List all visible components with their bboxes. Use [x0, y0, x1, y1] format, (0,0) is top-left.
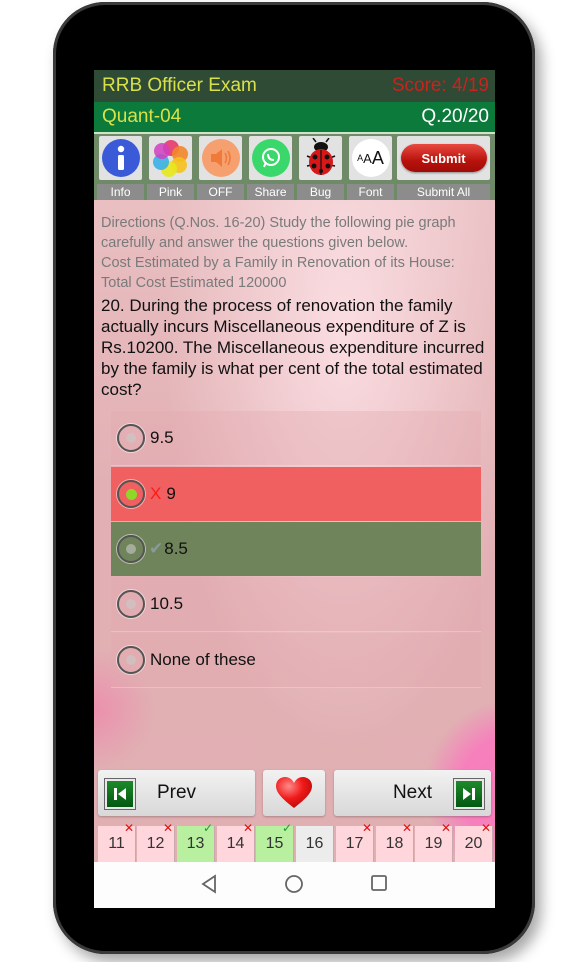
radio-button[interactable]: [117, 424, 145, 452]
question-counter: Q.20/20: [421, 106, 489, 127]
question-number: 16: [305, 835, 324, 852]
recents-icon[interactable]: [370, 874, 388, 892]
home-icon[interactable]: [284, 874, 304, 894]
option-1[interactable]: 9.5: [111, 411, 481, 466]
question-number: 19: [424, 835, 443, 852]
back-icon[interactable]: [200, 874, 218, 894]
question-jump-20[interactable]: 20 ✕: [455, 821, 493, 862]
next-button[interactable]: Next: [334, 770, 491, 816]
option-2[interactable]: X 9: [111, 467, 481, 521]
question-jump-19[interactable]: 19 ✕: [415, 821, 453, 862]
question-jump-15[interactable]: 15 ✓: [256, 821, 294, 862]
submit-all-label: Submit All: [397, 184, 490, 200]
question-number: 18: [385, 835, 404, 852]
option-text: None of these: [150, 650, 256, 669]
directions-text: Directions (Q.Nos. 16-20) Study the foll…: [101, 213, 491, 293]
directions-line-3: Total Cost Estimated 120000: [101, 275, 287, 291]
title-bar: RRB Officer Exam Score: 4/19: [94, 70, 495, 102]
option-text: 9: [166, 484, 176, 503]
score-display: Score: 4/19: [391, 75, 489, 96]
question-number: 17: [345, 835, 364, 852]
question-jump-13[interactable]: 13 ✓: [177, 821, 215, 862]
wrong-mark-icon: ✕: [440, 821, 451, 835]
question-number: 20: [464, 835, 483, 852]
question-number: 12: [146, 835, 165, 852]
radio-button-selected[interactable]: [117, 480, 145, 508]
wrong-mark-icon: ✕: [361, 821, 372, 835]
font-size-icon: AAA: [351, 139, 390, 177]
heart-icon: [276, 777, 312, 808]
app-title: RRB Officer Exam: [102, 75, 257, 96]
question-jump-16[interactable]: 16: [296, 826, 334, 862]
question-jump-11[interactable]: 11 ✕: [98, 821, 136, 862]
option-4[interactable]: 10.5: [111, 577, 481, 632]
share-label: Share: [247, 184, 294, 200]
correct-check-icon: ✔: [149, 539, 164, 558]
directions-line-1: Directions (Q.Nos. 16-20) Study the foll…: [101, 215, 456, 251]
question-number: 11: [108, 835, 125, 852]
wrong-mark-icon: ✕: [162, 821, 173, 835]
prev-button[interactable]: Prev: [98, 770, 255, 816]
speaker-icon: [201, 139, 240, 177]
bug-report-button[interactable]: [299, 136, 342, 180]
wrong-mark-icon: ✕: [401, 821, 412, 835]
section-name: Quant-04: [102, 106, 182, 127]
question-jump-17[interactable]: 17 ✕: [336, 821, 374, 862]
wrong-mark-icon: ✕: [480, 821, 491, 835]
theme-label: Pink: [147, 184, 194, 200]
wrong-mark-icon: ✕: [123, 821, 134, 835]
option-text: 10.5: [150, 594, 184, 613]
skip-forward-icon: [454, 779, 484, 809]
question-number: 13: [186, 835, 205, 852]
section-bar: Quant-04 Q.20/20: [94, 102, 495, 132]
bug-label: Bug: [297, 184, 344, 200]
next-label: Next: [392, 782, 433, 803]
info-label: Info: [97, 184, 144, 200]
theme-button[interactable]: [149, 136, 192, 180]
question-jump-14[interactable]: 14 ✕: [217, 821, 255, 862]
whatsapp-icon: [251, 139, 290, 177]
submit-button[interactable]: Submit: [400, 144, 487, 172]
sound-label: OFF: [197, 184, 244, 200]
prev-label: Prev: [156, 782, 197, 803]
question-number: 15: [265, 835, 284, 852]
system-nav-bar: [94, 862, 495, 908]
directions-line-2: Cost Estimated by a Family in Renovation…: [101, 255, 455, 271]
question-jump-18[interactable]: 18 ✕: [376, 821, 414, 862]
radio-button[interactable]: [117, 590, 145, 618]
radio-button[interactable]: [117, 646, 145, 674]
option-5[interactable]: None of these: [111, 633, 481, 688]
submit-tool: Submit: [397, 136, 490, 180]
font-label: Font: [347, 184, 394, 200]
radio-button[interactable]: [117, 535, 145, 563]
check-mark-icon: ✓: [281, 821, 292, 835]
app-screen: RRB Officer Exam Score: 4/19 Quant-04 Q.…: [94, 70, 495, 908]
sound-button[interactable]: [199, 136, 242, 180]
share-button[interactable]: [249, 136, 292, 180]
favorite-button[interactable]: [263, 770, 325, 816]
check-mark-icon: ✓: [202, 821, 213, 835]
question-jump-12[interactable]: 12 ✕: [137, 821, 175, 862]
font-size-button[interactable]: AAA: [349, 136, 392, 180]
skip-back-icon: [105, 779, 135, 809]
info-button[interactable]: [99, 136, 142, 180]
wrong-mark-icon: X: [150, 484, 162, 503]
wrong-mark-icon: ✕: [242, 821, 253, 835]
toolbar: Info Pink OFF Share Bug A A A Font Submi…: [94, 132, 495, 200]
option-3[interactable]: ✔ 8.5: [111, 522, 481, 576]
info-icon: [101, 139, 140, 177]
question-text: 20. During the process of renovation the…: [101, 296, 485, 399]
ladybug-icon: [306, 138, 335, 175]
option-text: 8.5: [164, 539, 188, 558]
option-text: 9.5: [150, 428, 174, 447]
question-number: 14: [226, 835, 245, 852]
question-strip: 11 ✕ 12 ✕ 13 ✓ 14 ✕ 15 ✓ 16 17 ✕ 18 ✕ 19 ✕ 20 ✕: [94, 821, 495, 862]
color-palette-icon: [152, 140, 188, 177]
